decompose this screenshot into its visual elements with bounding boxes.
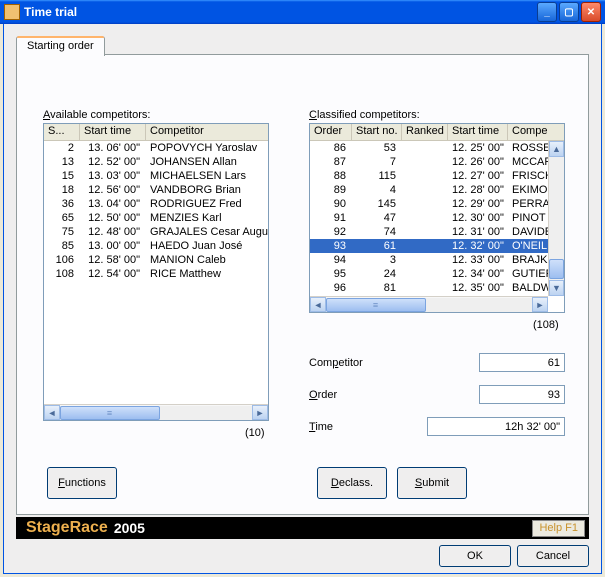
col-ranked[interactable]: Ranked	[402, 124, 448, 140]
cancel-button[interactable]: Cancel	[517, 545, 589, 567]
ok-button[interactable]: OK	[439, 545, 511, 567]
table-row[interactable]: 213. 06' 00"POPOVYCH Yaroslav	[44, 141, 268, 155]
classified-hscroll[interactable]: ◄ ≡ ►	[310, 296, 548, 312]
table-row[interactable]: 3613. 04' 00"RODRIGUEZ Fred	[44, 197, 268, 211]
classified-vscroll[interactable]: ▲ ▼	[548, 141, 564, 296]
col-startno[interactable]: S...	[44, 124, 80, 140]
table-row[interactable]: 8513. 00' 00"HAEDO Juan José	[44, 239, 268, 253]
close-button[interactable]: ✕	[581, 2, 601, 22]
functions-button[interactable]: Functions	[47, 467, 117, 499]
table-row[interactable]: 968112. 35' 00"BALDW	[310, 281, 548, 295]
titlebar: Time trial _ ▢ ✕	[0, 0, 605, 24]
declass-button[interactable]: Declass.	[317, 467, 387, 499]
available-body[interactable]: 213. 06' 00"POPOVYCH Yaroslav1312. 52' 0…	[44, 141, 268, 404]
table-row[interactable]: 865312. 25' 00"ROSSE	[310, 141, 548, 155]
vscroll-up-icon[interactable]: ▲	[549, 141, 564, 157]
minimize-button[interactable]: _	[537, 2, 557, 22]
order-input[interactable]	[479, 385, 565, 404]
competitor-label: Competitor	[309, 357, 363, 369]
table-row[interactable]: 89412. 28' 00"EKIMO	[310, 183, 548, 197]
table-row[interactable]: 6512. 50' 00"MENZIES Karl	[44, 211, 268, 225]
hscroll-right-icon[interactable]: ►	[252, 405, 268, 420]
tabstrip: Starting order	[16, 36, 105, 56]
classified-header: Order Start no. Ranked Start time Compe	[310, 124, 564, 141]
hscroll-thumb[interactable]: ≡	[326, 298, 426, 312]
window-title: Time trial	[24, 5, 537, 19]
available-hscroll[interactable]: ◄ ≡ ►	[44, 404, 268, 420]
col-competitor[interactable]: Competitor	[146, 124, 268, 140]
help-button[interactable]: Help F1	[532, 520, 585, 537]
tab-label: Starting order	[27, 40, 94, 52]
app-name: StageRace	[26, 519, 108, 537]
col-order[interactable]: Order	[310, 124, 352, 140]
window-buttons: _ ▢ ✕	[537, 2, 601, 22]
available-label: Available competitors:	[43, 109, 150, 121]
time-label: Time	[309, 421, 333, 433]
table-row[interactable]: 1312. 52' 00"JOHANSEN Allan	[44, 155, 268, 169]
hscroll-left-icon[interactable]: ◄	[44, 405, 60, 420]
available-header: S... Start time Competitor	[44, 124, 268, 141]
table-row[interactable]: 1812. 56' 00"VANDBORG Brian	[44, 183, 268, 197]
order-label: Order	[309, 389, 337, 401]
table-row[interactable]: 927412. 31' 00"DAVIDE	[310, 225, 548, 239]
available-count: (10)	[245, 427, 265, 439]
maximize-button[interactable]: ▢	[559, 2, 579, 22]
tab-starting-order[interactable]: Starting order	[16, 36, 105, 56]
table-row[interactable]: 10812. 54' 00"RICE Matthew	[44, 267, 268, 281]
col-competitor2[interactable]: Compe	[508, 124, 564, 140]
vscroll-down-icon[interactable]: ▼	[549, 280, 564, 296]
submit-button[interactable]: Submit	[397, 467, 467, 499]
branding-bar: StageRace 2005 Help F1	[16, 517, 589, 539]
app-year: 2005	[114, 520, 145, 536]
tab-panel: Available competitors: S... Start time C…	[16, 54, 589, 515]
table-row[interactable]: 7512. 48' 00"GRAJALES Cesar Augu	[44, 225, 268, 239]
vscroll-track[interactable]	[549, 157, 564, 280]
hscroll-thumb[interactable]: ≡	[60, 406, 160, 420]
table-row[interactable]: 9014512. 29' 00"PERRA	[310, 197, 548, 211]
classified-listview[interactable]: Order Start no. Ranked Start time Compe …	[309, 123, 565, 313]
col-starttime[interactable]: Start time	[80, 124, 146, 140]
hscroll-left-icon[interactable]: ◄	[310, 297, 326, 312]
vscroll-thumb[interactable]	[549, 259, 564, 279]
available-listview[interactable]: S... Start time Competitor 213. 06' 00"P…	[43, 123, 269, 421]
table-row[interactable]: 10612. 58' 00"MANION Caleb	[44, 253, 268, 267]
competitor-input[interactable]	[479, 353, 565, 372]
table-row[interactable]: 1513. 03' 00"MICHAELSEN Lars	[44, 169, 268, 183]
classified-count: (108)	[533, 319, 559, 331]
classified-body[interactable]: 865312. 25' 00"ROSSE87712. 26' 00"MCCAR8…	[310, 141, 548, 296]
app-icon	[4, 4, 20, 20]
table-row[interactable]: 94312. 33' 00"BRAJK	[310, 253, 548, 267]
hscroll-track[interactable]: ≡	[60, 405, 252, 420]
table-row[interactable]: 952412. 34' 00"GUTIEF	[310, 267, 548, 281]
hscroll-track[interactable]: ≡	[326, 297, 532, 312]
time-input[interactable]	[427, 417, 565, 436]
table-row[interactable]: 87712. 26' 00"MCCAR	[310, 155, 548, 169]
table-row[interactable]: 936112. 32' 00"O'NEILL	[310, 239, 548, 253]
table-row[interactable]: 8811512. 27' 00"FRISCH	[310, 169, 548, 183]
col-starttime2[interactable]: Start time	[448, 124, 508, 140]
classified-label: Classified competitors:	[309, 109, 420, 121]
table-row[interactable]: 914712. 30' 00"PINOT	[310, 211, 548, 225]
hscroll-right-icon[interactable]: ►	[532, 297, 548, 312]
client-area: Starting order Available competitors: S.…	[3, 24, 602, 574]
col-startno2[interactable]: Start no.	[352, 124, 402, 140]
